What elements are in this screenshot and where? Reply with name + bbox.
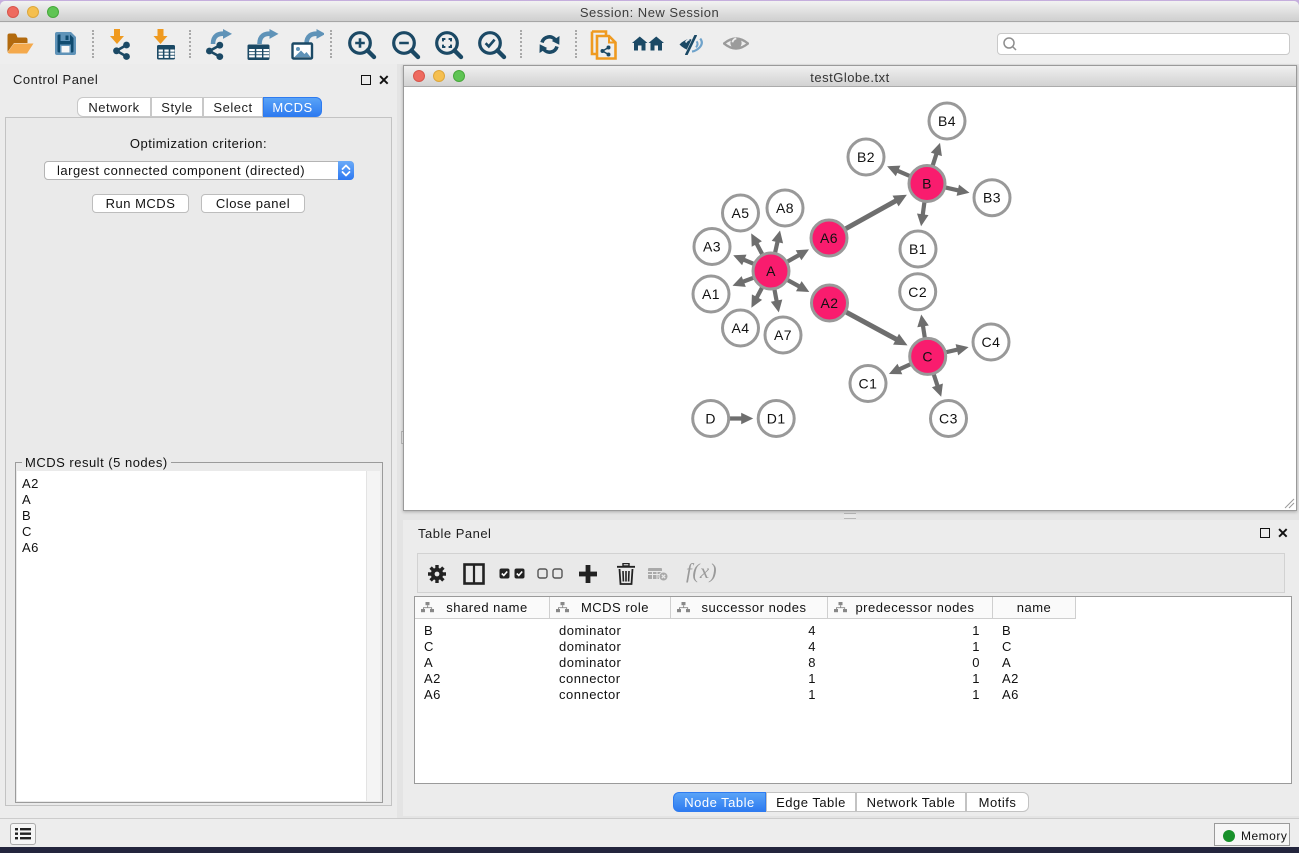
svg-text:A: A: [766, 263, 776, 279]
svg-text:C1: C1: [859, 376, 878, 392]
svg-text:A2: A2: [820, 295, 838, 311]
svg-text:A3: A3: [703, 239, 721, 255]
svg-text:A7: A7: [774, 327, 792, 343]
svg-text:B2: B2: [857, 149, 875, 165]
svg-text:A8: A8: [776, 200, 794, 216]
svg-text:D1: D1: [767, 411, 786, 427]
svg-text:B4: B4: [938, 113, 956, 129]
svg-text:A6: A6: [820, 230, 838, 246]
svg-text:B3: B3: [983, 190, 1001, 206]
svg-text:B: B: [922, 176, 932, 192]
svg-text:A4: A4: [731, 320, 749, 336]
svg-text:D: D: [705, 411, 716, 427]
svg-text:B1: B1: [909, 241, 927, 257]
svg-text:A1: A1: [702, 286, 720, 302]
svg-text:C3: C3: [939, 411, 958, 427]
svg-text:C: C: [922, 348, 933, 364]
svg-text:C4: C4: [982, 334, 1001, 350]
svg-text:A5: A5: [731, 205, 749, 221]
svg-text:C2: C2: [908, 284, 927, 300]
